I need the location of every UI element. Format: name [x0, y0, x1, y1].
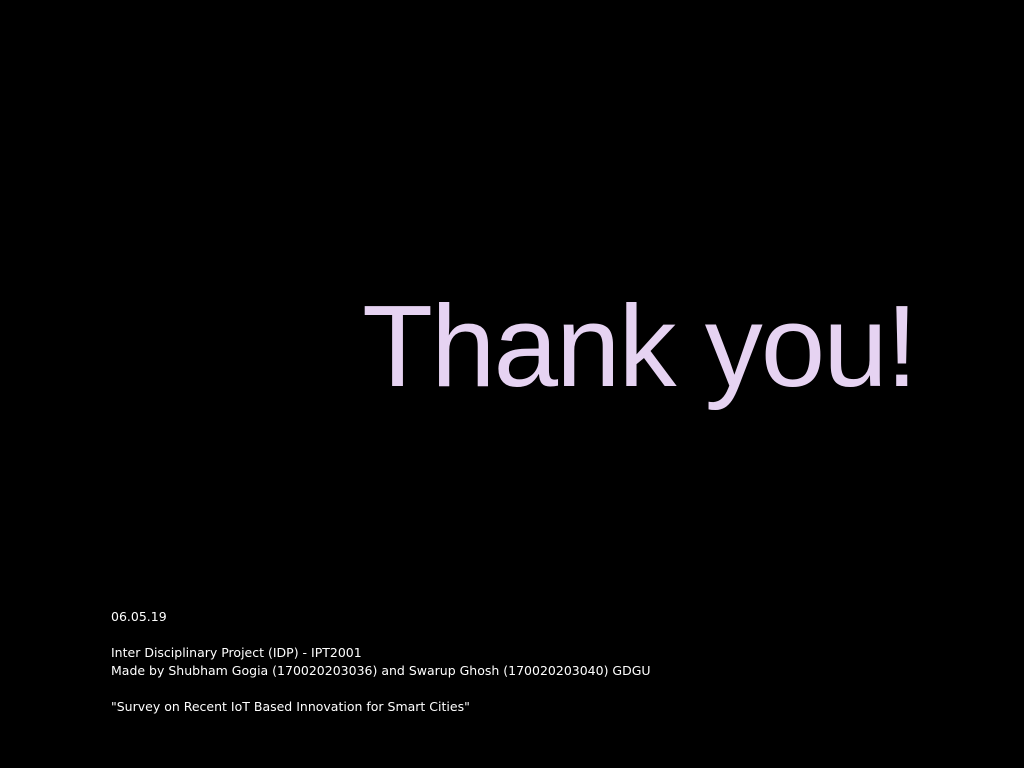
slide-footer: 06.05.19 Inter Disciplinary Project (IDP…	[111, 608, 651, 716]
footer-topic: "Survey on Recent IoT Based Innovation f…	[111, 699, 470, 714]
footer-project: Inter Disciplinary Project (IDP) - IPT20…	[111, 645, 362, 660]
footer-spacer	[111, 680, 651, 698]
footer-authors: Made by Shubham Gogia (170020203036) and…	[111, 663, 651, 678]
footer-spacer	[111, 626, 651, 644]
slide-title: Thank you!	[362, 281, 918, 411]
presentation-slide: Thank you! 06.05.19 Inter Disciplinary P…	[0, 0, 1024, 768]
footer-date: 06.05.19	[111, 609, 167, 624]
